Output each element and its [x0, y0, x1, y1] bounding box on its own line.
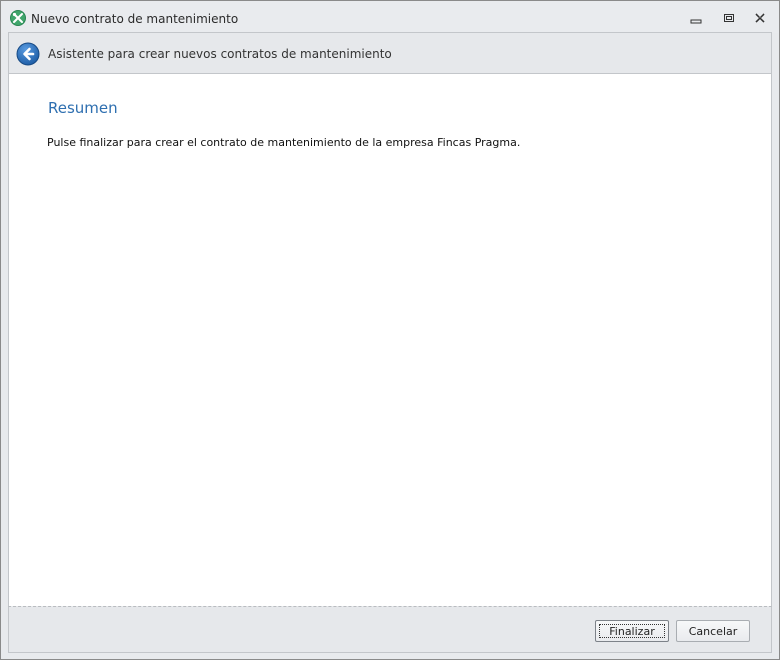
restore-button[interactable] — [715, 7, 743, 29]
cancel-button-label: Cancelar — [688, 624, 738, 638]
minimize-icon — [690, 9, 702, 28]
focus-ring — [599, 624, 665, 638]
back-arrow-icon[interactable] — [16, 42, 40, 66]
summary-text: Pulse finalizar para crear el contrato d… — [47, 136, 521, 149]
window-title: Nuevo contrato de mantenimiento — [31, 12, 239, 26]
wizard-window: Nuevo contrato de mantenimiento Asistent… — [0, 0, 780, 660]
minimize-button[interactable] — [682, 7, 710, 29]
close-icon — [754, 9, 766, 28]
wizard-footer: Finalizar Cancelar — [8, 606, 772, 653]
cancel-button[interactable]: Cancelar — [676, 620, 750, 642]
wizard-header-text: Asistente para crear nuevos contratos de… — [48, 47, 392, 61]
wrench-screwdriver-icon — [10, 10, 26, 26]
page-title: Resumen — [48, 99, 118, 117]
close-button[interactable] — [746, 7, 774, 29]
restore-icon — [723, 9, 735, 28]
finish-button[interactable]: Finalizar — [595, 620, 669, 642]
title-bar[interactable]: Nuevo contrato de mantenimiento — [1, 1, 779, 33]
wizard-header: Asistente para crear nuevos contratos de… — [8, 32, 772, 74]
wizard-content: Resumen Pulse finalizar para crear el co… — [8, 74, 772, 606]
